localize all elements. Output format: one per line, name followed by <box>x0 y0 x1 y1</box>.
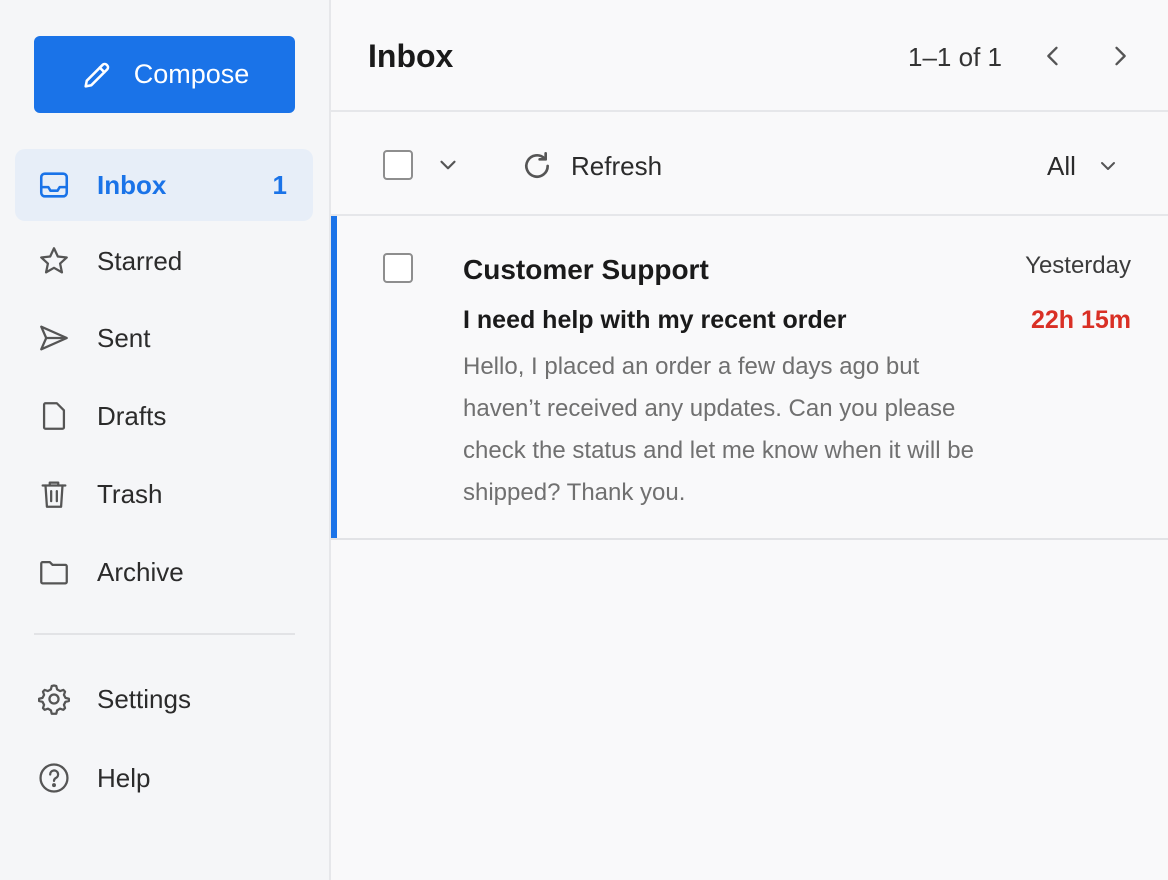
main-panel: Inbox 1–1 of 1 Refresh All Customer Supp… <box>331 0 1168 880</box>
chevron-down-icon <box>1100 162 1115 170</box>
sidebar-item-inbox[interactable]: Inbox 1 <box>15 149 313 221</box>
sidebar-item-help[interactable]: Help <box>15 742 313 814</box>
sidebar-item-settings[interactable]: Settings <box>15 663 313 735</box>
sidebar-item-trash[interactable]: Trash <box>15 458 313 530</box>
message-checkbox[interactable] <box>383 253 413 283</box>
compose-label: Compose <box>133 59 250 89</box>
mail-app: Compose Inbox 1 Starred Sent Drafts Tras… <box>0 0 1168 880</box>
sidebar-divider <box>34 633 295 635</box>
message-subject: I need help with my recent order <box>463 306 847 334</box>
refresh-label: Refresh <box>571 150 663 181</box>
draft-icon <box>37 399 71 433</box>
sidebar-item-label: Sent <box>97 322 151 353</box>
sidebar-item-label: Trash <box>97 478 163 509</box>
chevron-right-icon <box>1115 46 1126 66</box>
sidebar-item-drafts[interactable]: Drafts <box>15 380 313 452</box>
gear-icon <box>37 682 71 716</box>
message-snippet: Hello, I placed an order a few days ago … <box>463 353 974 506</box>
page-title: Inbox <box>368 38 454 74</box>
refresh-button[interactable]: Refresh <box>521 146 662 186</box>
sidebar-item-sent[interactable]: Sent <box>15 302 313 374</box>
message-sender: Customer Support <box>463 254 709 285</box>
sidebar: Compose Inbox 1 Starred Sent Drafts Tras… <box>0 0 331 880</box>
compose-button[interactable]: Compose <box>34 36 295 113</box>
sidebar-item-starred[interactable]: Starred <box>15 225 313 297</box>
pencil-icon <box>84 62 109 88</box>
prev-page-button[interactable] <box>1037 40 1069 72</box>
sla-timer: 22h 15m <box>1030 306 1131 334</box>
message-row[interactable]: Customer Support Yesterday I need help w… <box>331 216 1168 540</box>
sidebar-item-label: Archive <box>97 556 184 587</box>
sidebar-item-label: Drafts <box>97 400 167 431</box>
select-all-checkbox[interactable] <box>383 150 413 180</box>
trash-icon <box>37 477 71 511</box>
star-icon <box>37 244 71 278</box>
sidebar-item-label: Inbox <box>97 169 167 200</box>
sidebar-item-label: Settings <box>97 683 191 714</box>
inbox-icon <box>37 168 71 202</box>
sidebar-item-archive[interactable]: Archive <box>15 536 313 608</box>
filter-dropdown[interactable]: All <box>1047 146 1120 186</box>
next-page-button[interactable] <box>1104 40 1136 72</box>
folder-icon <box>37 555 71 589</box>
filter-value: All <box>1047 150 1076 181</box>
chevron-down-icon <box>440 160 456 170</box>
message-date: Yesterday <box>1025 252 1131 279</box>
send-icon <box>37 321 71 355</box>
refresh-icon <box>525 152 549 178</box>
selected-row-indicator <box>331 216 337 538</box>
pagination-text: 1–1 of 1 <box>908 42 1002 72</box>
select-options-dropdown[interactable] <box>435 152 461 178</box>
sidebar-item-label: Help <box>97 762 151 793</box>
toolbar: Refresh All <box>331 112 1168 216</box>
help-icon <box>37 761 71 795</box>
sidebar-item-label: Starred <box>97 245 183 276</box>
unread-count-badge: 1 <box>272 169 287 200</box>
header: Inbox 1–1 of 1 <box>331 0 1168 112</box>
chevron-left-icon <box>1047 46 1058 66</box>
